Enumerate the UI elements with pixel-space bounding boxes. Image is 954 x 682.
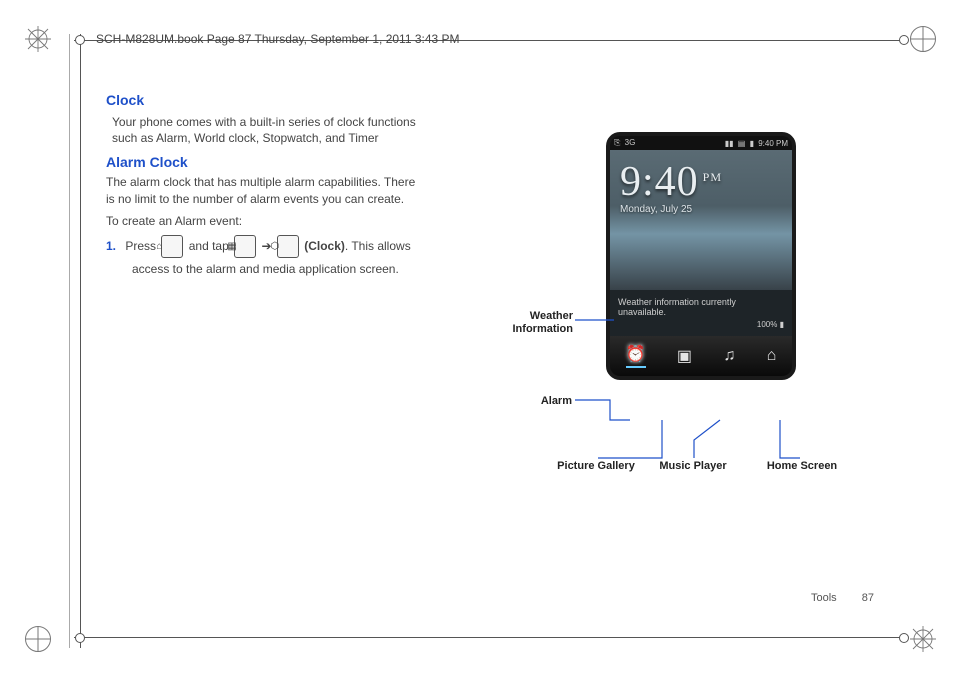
crop-burst-icon	[910, 626, 936, 652]
callout-picture-gallery: Picture Gallery	[546, 460, 646, 472]
clock-time: 9:40 PM	[620, 158, 782, 206]
clock-ampm: PM	[703, 170, 722, 184]
crop-burst-icon	[25, 26, 51, 52]
clock-face: 9:40PM Monday, July 25	[610, 150, 792, 290]
signal-icon: ▮▮	[725, 139, 734, 148]
crop-line	[74, 637, 904, 638]
home-key-icon: ⌂	[161, 235, 183, 258]
callout-alarm: Alarm	[532, 395, 572, 407]
apps-grid-icon: ▦	[234, 235, 256, 258]
usb-icon: ⎘	[614, 138, 620, 147]
callout-music-player: Music Player	[648, 460, 738, 472]
phone-frame: ⎘ 3G ▮▮ ▤ ▮ 9:40 PM 9:40PM Monday, July …	[606, 132, 796, 380]
dock-bar: ⏰ ▣ ♫ ⌂	[610, 336, 792, 376]
clock-app-icon: ⬡	[277, 235, 299, 258]
phone-illustration: ⎘ 3G ▮▮ ▤ ▮ 9:40 PM 9:40PM Monday, July …	[606, 132, 796, 380]
crop-dot-icon	[899, 35, 909, 45]
step-text-bold: (Clock)	[304, 239, 345, 253]
dock-home-icon[interactable]: ⌂	[767, 347, 777, 365]
content-column: Clock Your phone comes with a built-in s…	[106, 92, 426, 281]
weather-panel: Weather information currently unavailabl…	[610, 290, 792, 336]
dock-gallery-icon[interactable]: ▣	[677, 346, 692, 366]
step-1: 1. Press ⌂ and tap ▦ ➔ ⬡ (Clock). This a…	[106, 235, 426, 281]
crop-register-icon	[910, 26, 936, 52]
alarm-description: The alarm clock that has multiple alarm …	[106, 174, 426, 206]
callout-home-screen: Home Screen	[752, 460, 852, 472]
battery-icon: ▮	[750, 139, 754, 148]
weather-text: Weather information currently unavailabl…	[618, 297, 784, 317]
status-bar: ⎘ 3G ▮▮ ▤ ▮ 9:40 PM	[610, 136, 792, 150]
heading-clock: Clock	[106, 92, 426, 108]
battery-level: 100% ▮	[757, 320, 784, 329]
data-icon: ▤	[738, 139, 746, 148]
dock-alarm-icon[interactable]: ⏰	[626, 344, 646, 368]
network-3g-icon: 3G	[625, 138, 636, 147]
crop-register-icon	[25, 626, 51, 652]
crop-line	[69, 34, 70, 648]
callout-text: Weather	[530, 310, 573, 322]
crop-dot-icon	[899, 633, 909, 643]
callout-text: Information	[513, 323, 574, 335]
crop-dot-icon	[75, 633, 85, 643]
dock-music-icon[interactable]: ♫	[723, 347, 735, 365]
callout-weather: Weather Information	[503, 310, 573, 336]
step-text: and tap	[189, 239, 229, 253]
step-text: Press	[125, 239, 156, 253]
status-time: 9:40 PM	[758, 139, 788, 148]
alarm-intro: To create an Alarm event:	[106, 213, 426, 229]
page-footer: Tools 87	[811, 592, 874, 604]
footer-page-number: 87	[862, 592, 874, 604]
crop-line	[80, 34, 81, 648]
clock-time-value: 9:40	[620, 159, 699, 205]
heading-alarm-clock: Alarm Clock	[106, 154, 426, 170]
crop-dot-icon	[75, 35, 85, 45]
running-header: SCH-M828UM.book Page 87 Thursday, Septem…	[96, 32, 460, 46]
footer-section: Tools	[811, 592, 837, 604]
clock-description: Your phone comes with a built-in series …	[106, 114, 426, 146]
step-number: 1.	[106, 239, 116, 253]
